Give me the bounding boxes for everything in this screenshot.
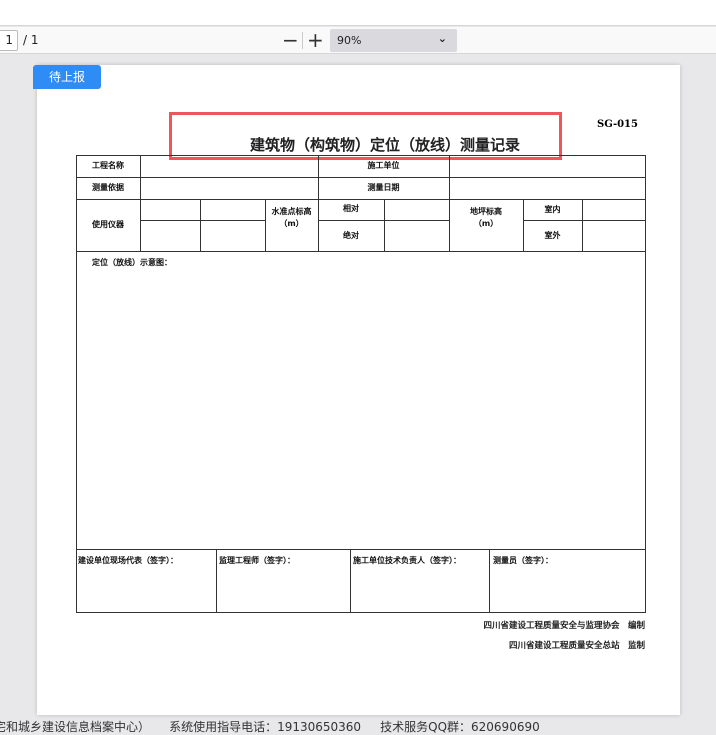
- divider: [302, 32, 303, 49]
- signature-contractor: 施工单位技术负责人（签字）：: [353, 556, 461, 565]
- table-rule: [523, 220, 646, 221]
- table-rule: [216, 549, 217, 612]
- table-rule: [200, 199, 201, 251]
- label-project-name: 工程名称: [92, 161, 124, 170]
- page-number-input[interactable]: 1: [0, 30, 18, 51]
- footer-info: 宅和城乡建设信息档案中心） 系统使用指导电话：19130650360 技术服务Q…: [0, 720, 540, 734]
- label-benchmark: 水准点标高（m）: [271, 207, 312, 228]
- zoom-select[interactable]: 90% ⌄: [330, 29, 457, 52]
- chevron-down-icon: ⌄: [437, 32, 447, 45]
- zoom-value: 90%: [337, 34, 362, 47]
- label-diagram: 定位（放线）示意图：: [92, 258, 172, 267]
- label-floor: 地坪标高（m）: [470, 207, 502, 228]
- zoom-out-button[interactable]: −: [282, 28, 299, 52]
- table-rule: [582, 199, 583, 251]
- page-total: / 1: [23, 33, 39, 47]
- table-rule: [76, 612, 646, 613]
- form-code: SG-015: [597, 119, 638, 130]
- table-rule: [76, 199, 646, 200]
- table-rule: [140, 155, 141, 251]
- label-construction-unit: 施工单位: [367, 161, 400, 170]
- label-indoor: 室内: [544, 205, 561, 214]
- table-rule: [76, 177, 646, 178]
- table-rule: [76, 155, 646, 156]
- table-rule: [76, 549, 646, 550]
- label-basis: 测量依据: [92, 183, 124, 192]
- table-rule: [489, 549, 490, 612]
- table-rule: [384, 199, 385, 251]
- signature-owner: 建设单位现场代表（签字）：: [78, 556, 178, 565]
- supervisor-org: 四川省建设工程质量安全总站 监制: [508, 641, 645, 651]
- label-instrument: 使用仪器: [92, 220, 124, 229]
- compiler-org: 四川省建设工程质量安全与监理协会 编制: [483, 621, 645, 631]
- table-rule: [350, 549, 351, 612]
- highlight-box: [169, 112, 562, 160]
- signature-supervisor: 监理工程师（签字）：: [219, 556, 295, 565]
- label-absolute: 绝对: [343, 231, 359, 240]
- label-date: 测量日期: [367, 183, 400, 192]
- browser-top-bar: [0, 0, 716, 26]
- signature-surveyor: 测量员（签字）：: [493, 556, 553, 565]
- label-outdoor: 室外: [544, 231, 561, 240]
- table-rule: [76, 251, 646, 252]
- zoom-in-button[interactable]: +: [307, 28, 324, 52]
- table-rule: [449, 155, 450, 251]
- table-rule: [645, 155, 646, 613]
- status-badge[interactable]: 待上报: [33, 65, 101, 89]
- table-rule: [265, 199, 266, 251]
- pdf-toolbar: 1 / 1 − + 90% ⌄: [0, 27, 716, 54]
- table-rule: [140, 220, 265, 221]
- label-relative: 相对: [343, 204, 359, 213]
